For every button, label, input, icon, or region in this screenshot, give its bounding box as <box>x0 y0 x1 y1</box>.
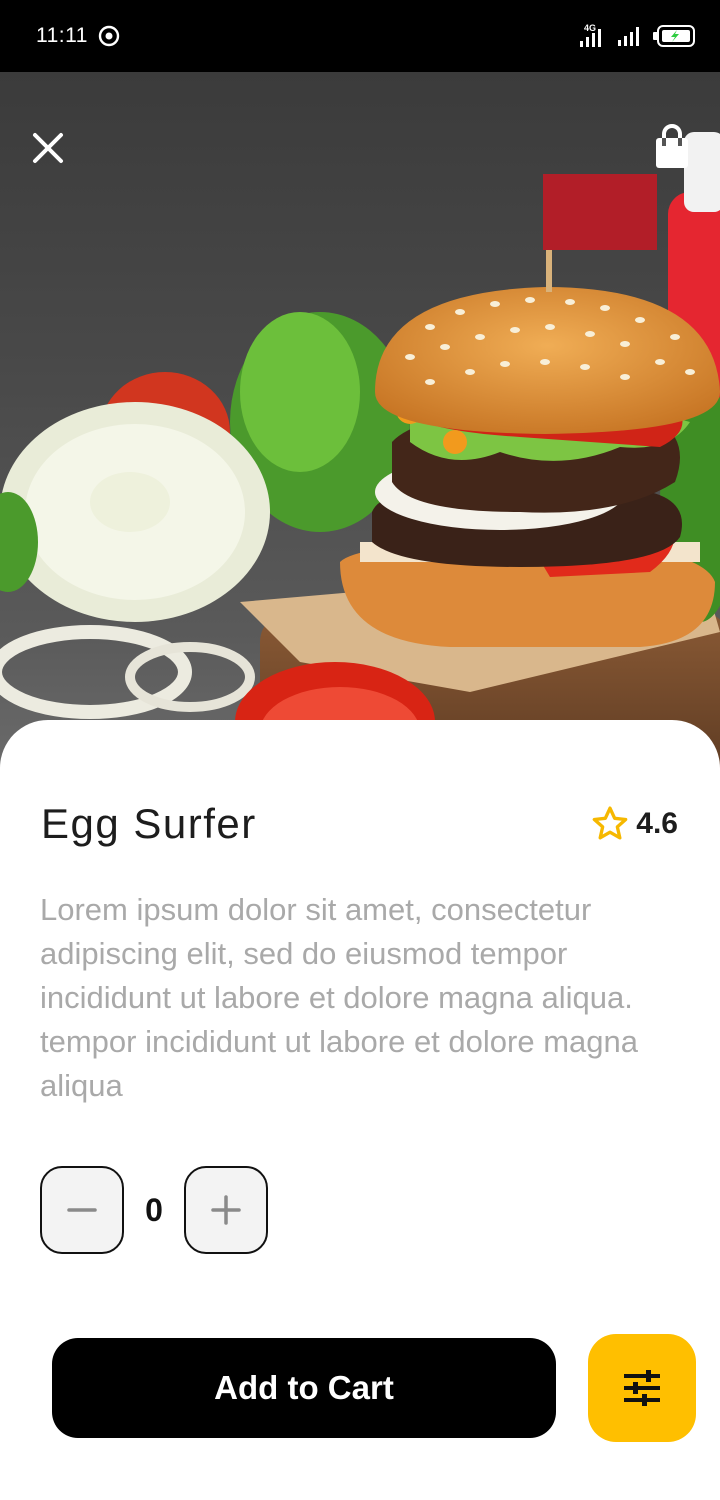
quantity-stepper: 0 <box>40 1166 268 1254</box>
product-hero-image <box>0 72 720 772</box>
star-icon <box>592 806 628 840</box>
shopping-bag-icon <box>656 124 688 168</box>
decrease-quantity-button[interactable] <box>40 1166 124 1254</box>
plus-icon <box>211 1195 241 1225</box>
rating-value: 4.6 <box>636 807 678 840</box>
quantity-value: 0 <box>145 1191 163 1228</box>
battery-charging-icon <box>653 25 695 47</box>
product-description: Lorem ipsum dolor sit amet, consectetur … <box>40 892 638 1103</box>
product-title: Egg Surfer <box>41 800 257 847</box>
minus-icon <box>67 1208 97 1212</box>
product-rating: 4.6 <box>590 804 678 844</box>
shopping-bag-button[interactable] <box>652 124 692 172</box>
product-details-sheet: Egg Surfer 4.6 Lorem ipsum dolor sit ame… <box>0 720 720 1500</box>
sliders-icon <box>624 1370 660 1406</box>
increase-quantity-button[interactable] <box>184 1166 268 1254</box>
status-time: 11:11 <box>36 24 88 47</box>
close-button[interactable] <box>28 128 68 168</box>
location-target-icon <box>98 25 120 47</box>
signal-4g-icon: 4G <box>580 23 601 47</box>
signal-icon <box>618 27 639 46</box>
add-to-cart-button[interactable]: Add to Cart <box>52 1338 556 1438</box>
status-bar: 11:11 4G <box>0 0 720 72</box>
customize-options-button[interactable] <box>588 1334 696 1442</box>
close-icon <box>33 133 63 163</box>
burger-photo <box>0 132 720 772</box>
svg-text:4G: 4G <box>584 23 596 33</box>
